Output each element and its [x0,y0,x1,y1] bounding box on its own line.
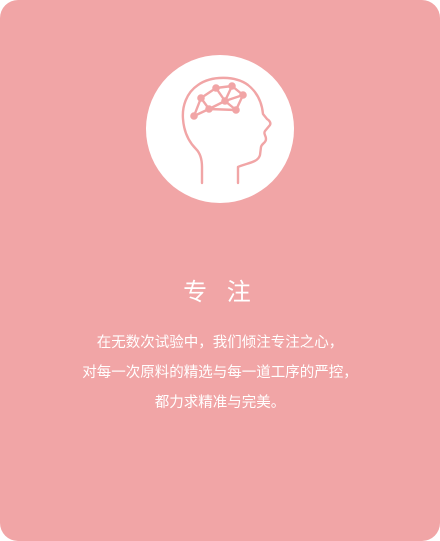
description-line: 都力求精准与完美。 [154,395,286,411]
head-brain-network-icon [181,76,272,185]
icon-circle [146,55,294,203]
description-line: 在无数次试验中，我们倾注专注之心， [96,335,344,351]
description-line: 对每一次原料的精选与每一道工序的严控， [82,365,358,381]
feature-card: 专 注 在无数次试验中，我们倾注专注之心， 对每一次原料的精选与每一道工序的严控… [0,0,440,541]
card-title: 专 注 [183,278,257,306]
card-description: 在无数次试验中，我们倾注专注之心， 对每一次原料的精选与每一道工序的严控， 都力… [40,328,400,418]
